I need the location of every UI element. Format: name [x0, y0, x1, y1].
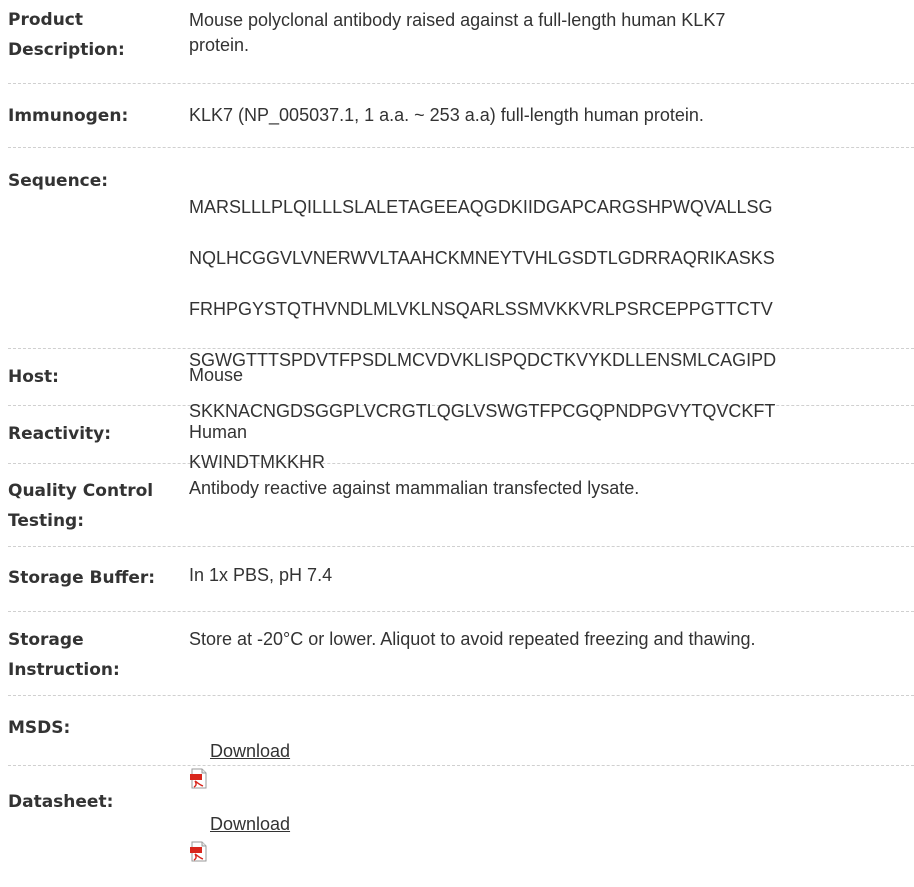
spec-label: MSDS:: [8, 718, 71, 738]
spec-label: Product Description:: [8, 10, 125, 60]
product-spec-table: Product Description: Mouse polyclonal an…: [0, 0, 914, 862]
msds-download-link[interactable]: Download: [189, 739, 291, 789]
spec-row-product-description: Product Description: Mouse polyclonal an…: [8, 0, 914, 84]
spec-label: Reactivity:: [8, 424, 112, 444]
sequence-line: NQLHCGGVLVNERWVLTAAHCKMNEYTVHLGSDTLGDRRA…: [189, 247, 775, 268]
spec-value: In 1x PBS, pH 7.4: [189, 565, 333, 585]
spec-label: Immunogen:: [8, 106, 129, 126]
sequence-value: MARSLLLPLQILLLSLALETAGEEAQGDKIIDGAPCARGS…: [189, 166, 914, 472]
spec-row-immunogen: Immunogen: KLK7 (NP_005037.1, 1 a.a. ~ 2…: [8, 84, 914, 148]
spec-label: Host:: [8, 367, 59, 387]
spec-value: Mouse polyclonal antibody raised against…: [189, 10, 726, 55]
pdf-icon: [189, 743, 209, 789]
download-label: Download: [210, 741, 291, 761]
spec-value: KLK7 (NP_005037.1, 1 a.a. ~ 253 a.a) ful…: [189, 105, 704, 125]
spec-value: Mouse: [189, 365, 244, 385]
spec-row-msds: MSDS: Download: [8, 696, 914, 789]
spec-value: Store at -20°C or lower. Aliquot to avoi…: [189, 629, 756, 649]
spec-value: Download: [189, 713, 914, 789]
spec-label: Quality Control Testing:: [8, 481, 154, 531]
spec-value: Download: [189, 787, 914, 862]
download-label: Download: [210, 814, 291, 834]
spec-label: Storage Buffer:: [8, 568, 156, 588]
spec-label: Sequence:: [8, 171, 109, 191]
spec-row-quality-control: Quality Control Testing: Antibody reacti…: [8, 464, 914, 547]
spec-row-storage-buffer: Storage Buffer: In 1x PBS, pH 7.4: [8, 547, 914, 612]
spec-row-sequence: Sequence: MARSLLLPLQILLLSLALETAGEEAQGDKI…: [8, 148, 914, 472]
spec-row-datasheet: Datasheet: Download: [8, 766, 914, 862]
sequence-line: MARSLLLPLQILLLSLALETAGEEAQGDKIIDGAPCARGS…: [189, 196, 773, 217]
spec-label: Storage Instruction:: [8, 630, 120, 680]
datasheet-download-link[interactable]: Download: [189, 812, 291, 862]
spec-value: Antibody reactive against mammalian tran…: [189, 478, 640, 498]
spec-row-storage-instruction: Storage Instruction: Store at -20°C or l…: [8, 612, 914, 696]
sequence-line: FRHPGYSTQTHVNDLMLVKLNSQARLSSMVKKVRLPSRCE…: [189, 298, 773, 319]
spec-value: Human: [189, 422, 248, 442]
pdf-icon: [189, 816, 209, 862]
spec-label: Datasheet:: [8, 792, 114, 812]
